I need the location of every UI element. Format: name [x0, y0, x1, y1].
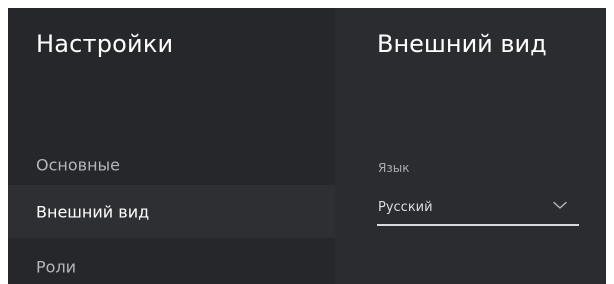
chevron-down-icon [553, 201, 567, 209]
sidebar-item-roles[interactable]: Роли [8, 240, 335, 284]
sidebar-item-general[interactable]: Основные [8, 138, 335, 191]
sidebar-item-label: Основные [36, 155, 121, 174]
sidebar: Настройки Основные Внешний вид Роли [8, 8, 335, 284]
appearance-panel: Внешний вид Язык Русский [335, 8, 606, 284]
language-field-label: Язык [378, 161, 410, 175]
settings-window: Настройки Основные Внешний вид Роли Внеш… [8, 8, 606, 284]
page-title: Внешний вид [377, 30, 547, 58]
language-select[interactable]: Русский [377, 196, 579, 226]
sidebar-item-appearance[interactable]: Внешний вид [8, 185, 335, 238]
sidebar-title: Настройки [36, 30, 174, 58]
sidebar-item-label: Роли [36, 257, 77, 276]
language-select-value: Русский [378, 200, 433, 215]
sidebar-item-label: Внешний вид [36, 202, 150, 221]
